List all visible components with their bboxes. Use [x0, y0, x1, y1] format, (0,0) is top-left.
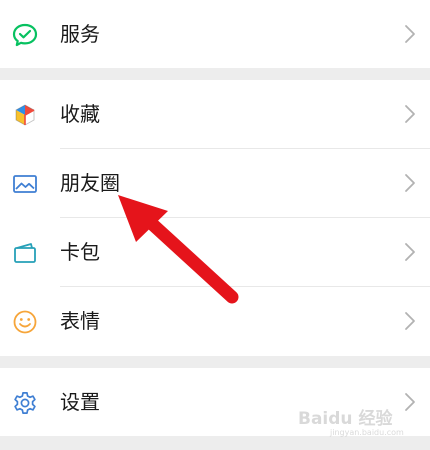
chevron-right-icon — [404, 104, 416, 124]
menu-item-favorites[interactable]: 收藏 — [0, 80, 430, 148]
chevron-right-icon — [404, 24, 416, 44]
menu-item-label: 收藏 — [60, 102, 100, 126]
menu-item-label: 表情 — [60, 309, 100, 333]
menu-item-stickers[interactable]: 表情 — [0, 287, 430, 355]
smile-icon — [11, 308, 39, 336]
wallet-icon — [11, 239, 39, 267]
baidu-watermark: Baidu 经验 jingyan.baidu.com — [296, 404, 416, 438]
watermark-subtext: jingyan.baidu.com — [329, 428, 404, 437]
gear-icon — [11, 389, 39, 417]
image-icon — [11, 170, 39, 198]
watermark-text: Baidu 经验 — [298, 408, 393, 429]
chevron-right-icon — [404, 311, 416, 331]
menu-item-moments[interactable]: 朋友圈 — [0, 149, 430, 217]
menu-item-label: 服务 — [60, 22, 100, 46]
menu-item-label: 卡包 — [60, 240, 100, 264]
chevron-right-icon — [404, 242, 416, 262]
menu-item-cards[interactable]: 卡包 — [0, 218, 430, 286]
menu-item-services[interactable]: 服务 — [0, 0, 430, 68]
wechat-pay-icon — [11, 21, 39, 49]
chevron-right-icon — [404, 173, 416, 193]
discover-group: 收藏 朋友圈 卡包 表情 — [0, 80, 430, 356]
services-group: 服务 — [0, 0, 430, 68]
menu-item-label: 朋友圈 — [60, 171, 120, 195]
menu-item-label: 设置 — [60, 390, 100, 414]
cube-icon — [11, 101, 39, 129]
